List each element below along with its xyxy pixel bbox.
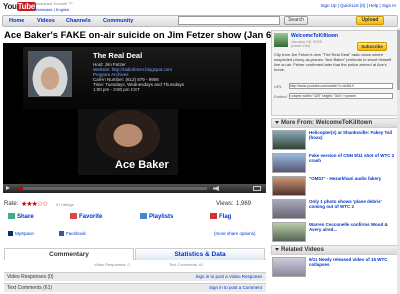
list-item[interactable]: Only 1 photo shows 'plane debris' coming… [272,198,397,220]
hours-line: 1:00 pm - 3:00 pm CST [93,87,140,92]
related-video-title[interactable]: Fake version of CNN 9/11 shot of WTC 2 c… [309,153,397,163]
more-info-link[interactable]: (more info) [291,43,310,48]
nav-item-channels[interactable]: Channels [66,17,91,26]
rating-stars[interactable]: ★★★☆☆ [21,200,48,208]
language-selector[interactable]: Worldwide | English [34,7,69,12]
myspace-icon [8,231,13,237]
tab-commentary[interactable]: Commentary [4,248,134,260]
tab-statistics[interactable]: Statistics & Data [135,248,265,260]
embed-label: Embed [274,94,287,99]
show-banner: The Real Deal Host: Jim Fetzer Website: … [23,47,241,109]
upload-button[interactable]: Upload [356,16,384,25]
video-thumbnail[interactable] [272,130,306,150]
player-controls [3,184,266,193]
text-comments-label: Text Comments (61) [7,285,53,291]
video-responses-section[interactable]: Video Responses (0) Sign in to post a Vi… [4,272,266,281]
video-response-count: Video Responses: 0 [94,262,130,267]
chevron-down-icon [275,248,279,251]
video-responses-label: Video Responses (0) [7,274,54,280]
subscribe-button[interactable]: Subscribe [357,42,387,51]
account-links[interactable]: Sign Up | QuickList (0) | Help | Sign In [320,3,396,8]
related-video-title[interactable]: Helicopter(s) at Shanksville: Fakey Tail… [309,130,397,140]
url-label: URL [274,84,283,89]
video-thumbnail[interactable] [272,176,306,196]
list-item[interactable]: Warren Cecconelle confirms Wood & Avery … [272,221,397,243]
post-comment-link[interactable]: Sign in to post a Comment [209,284,262,292]
progress-bar[interactable] [17,187,207,190]
more-share-link[interactable]: (more share options) [214,231,256,236]
list-item[interactable]: "OMG!" - Hezarkhani audio fakery [272,175,397,197]
views-count: 1,969 [236,201,252,207]
video-description: Clip from Jim Fetzer's new "The Real Dea… [274,52,392,72]
video-title: Ace Baker's FAKE on-air suicide on Jim F… [4,30,301,41]
logo-you: You [3,2,17,11]
host-photo [28,51,72,97]
url-field[interactable]: http://www.youtube.com/watch?v=dzfAL0 [289,83,393,89]
text-comments-section[interactable]: Text Comments (61) Sign in to post a Com… [4,283,266,292]
video-thumbnail[interactable] [272,199,306,219]
rating-row: Rate: ★★★☆☆ 57 ratings Views: 1,969 [4,200,266,210]
progress-fill [17,187,23,190]
nav-item-videos[interactable]: Videos [37,17,55,26]
share-label: Share [17,214,34,220]
video-player[interactable]: The Real Deal Host: Jim Fetzer Website: … [3,43,266,193]
ratings-count: 57 ratings [56,202,74,207]
top-bar: YouTube Broadcast Yourself ™ Worldwide |… [0,0,400,14]
related-video-title[interactable]: "OMG!" - Hezarkhani audio fakery [309,176,397,181]
embed-field[interactable]: <object width="425" height="344"><param [289,93,393,99]
myspace-link[interactable]: MySpace [15,231,34,236]
facebook-link[interactable]: Facebook [66,231,86,236]
search-button[interactable]: Search [284,16,308,25]
more-from-title: More From: WelcomeToKilltown [281,120,373,126]
channel-avatar[interactable] [274,33,288,47]
show-title: The Real Deal [93,51,143,60]
heart-icon [70,213,77,219]
views-label: Views: [216,201,234,207]
related-video-title[interactable]: Only 1 photo shows 'plane debris' coming… [309,199,397,209]
playlist-icon [140,213,147,219]
search-input[interactable] [178,16,280,25]
related-videos-title: Related Videos [281,247,324,253]
related-video-title[interactable]: Warren Cecconelle confirms Wood & Avery … [309,222,397,232]
video-thumbnail[interactable] [272,222,306,242]
playlists-label: Playlists [149,214,174,220]
post-video-response-link[interactable]: Sign in to post a Video Response [196,273,262,281]
video-thumbnail[interactable] [272,153,306,173]
more-from-header[interactable]: More From: WelcomeToKilltown [271,118,398,128]
share-button[interactable]: Share [8,212,34,222]
flag-button[interactable]: Flag [210,212,231,222]
nav-item-community[interactable]: Community [103,17,133,26]
related-video-title[interactable]: 9/11 Newly released video of 15 WTC coll… [309,257,397,267]
flag-icon [210,213,217,219]
list-item[interactable]: Fake version of CNN 9/11 shot of WTC 2 c… [272,152,397,174]
tab-bar: Commentary Statistics & Data [4,248,266,260]
text-comment-count: Text Comments: 61 [169,262,204,267]
youtube-logo[interactable]: YouTube [3,1,36,13]
flag-label: Flag [219,214,232,220]
favorite-label: Favorite [79,214,103,220]
volume-icon[interactable] [213,186,219,191]
video-thumbnail[interactable] [272,257,306,277]
related-videos-header[interactable]: Related Videos [271,245,398,255]
play-icon[interactable] [6,186,10,190]
tagline: Broadcast Yourself ™ [34,1,73,6]
fullscreen-icon[interactable] [253,186,261,191]
list-item[interactable]: Helicopter(s) at Shanksville: Fakey Tail… [272,129,397,151]
chevron-down-icon [275,121,279,124]
speaker-caption: Ace Baker [115,159,169,171]
facebook-icon [59,231,64,237]
share-icon [8,213,15,219]
rate-label: Rate: [4,201,19,207]
favorite-button[interactable]: Favorite [70,212,102,222]
nav-item-home[interactable]: Home [9,17,24,26]
list-item[interactable]: 9/11 Newly released video of 15 WTC coll… [272,256,397,278]
share-options: MySpace Facebook (more share options) [4,230,266,238]
playlists-button[interactable]: Playlists [140,212,173,222]
